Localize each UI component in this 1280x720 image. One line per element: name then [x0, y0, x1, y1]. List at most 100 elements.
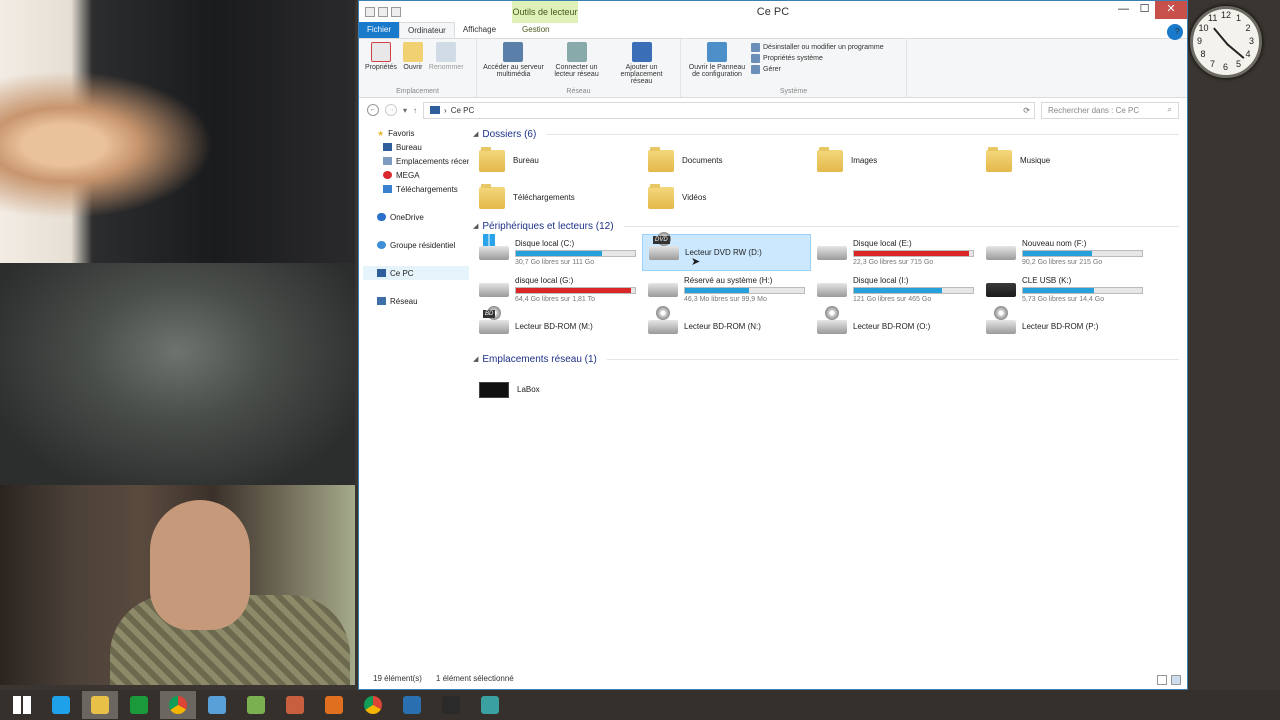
forward-button[interactable]: → — [385, 104, 397, 116]
sidebar-item-recent[interactable]: Emplacements récents — [359, 154, 469, 168]
group-label: Réseau — [566, 88, 591, 95]
group-label: Système — [779, 88, 808, 95]
app-icon — [247, 696, 265, 714]
taskbar-button[interactable] — [121, 691, 157, 719]
drive-icon — [817, 245, 847, 260]
drive-free-space: 64,4 Go libres sur 1,81 To — [515, 296, 596, 303]
section-header-devices[interactable]: ◢ Périphériques et lecteurs (12) — [473, 218, 1179, 234]
drive-free-space: 46,3 Mo libres sur 99,9 Mo — [684, 296, 767, 303]
drive-item[interactable]: Lecteur BD-ROM (P:) — [980, 305, 1149, 345]
app-icon-4 — [481, 696, 499, 714]
drive-item[interactable]: Lecteur DVD RW (D:)➤ — [642, 231, 811, 271]
sidebar-item-mega[interactable]: MEGA — [359, 168, 469, 182]
taskbar-button[interactable] — [316, 691, 352, 719]
taskbar-button[interactable] — [238, 691, 274, 719]
navigation-pane: ★Favoris Bureau Emplacements récents MEG… — [359, 126, 469, 667]
folder-item[interactable]: Images — [811, 142, 980, 179]
sidebar-item-bureau[interactable]: Bureau — [359, 140, 469, 154]
folder-item[interactable]: Bureau — [473, 142, 642, 179]
tab-computer[interactable]: Ordinateur — [399, 22, 455, 38]
rename-icon — [436, 42, 457, 62]
sidebar-item-homegroup[interactable]: Groupe résidentiel — [359, 238, 469, 252]
taskbar-button[interactable] — [4, 691, 40, 719]
clock-number: 11 — [1208, 13, 1218, 24]
up-arrow-icon[interactable]: ↑ — [413, 106, 417, 115]
taskbar-button[interactable] — [277, 691, 313, 719]
folder-item[interactable]: Documents — [642, 142, 811, 179]
item-label: LaBox — [517, 385, 540, 394]
sidebar-item-onedrive[interactable]: OneDrive — [359, 210, 469, 224]
search-input[interactable]: Rechercher dans : Ce PC ⌕ — [1041, 101, 1179, 119]
button-label: Ouvrir le Panneau de configuration — [688, 64, 746, 78]
taskbar-button[interactable] — [355, 691, 391, 719]
sidebar-item-favorites[interactable]: ★ Favoris — [359, 126, 469, 140]
app-icon-3 — [403, 696, 421, 714]
network-item-labox[interactable]: LaBox — [473, 371, 642, 408]
drive-item[interactable]: Lecteur BD-ROM (M:) — [473, 305, 642, 345]
minimize-button[interactable]: — — [1113, 1, 1134, 19]
search-placeholder: Rechercher dans : Ce PC — [1048, 105, 1140, 115]
help-icon[interactable]: ? — [1167, 24, 1183, 40]
folders-grid: Bureau Documents Images Musique Téléchargeme… — [473, 142, 1179, 216]
app-icon-2 — [286, 696, 304, 714]
downloads-icon — [383, 185, 392, 193]
breadcrumb[interactable]: Ce PC — [451, 106, 475, 115]
taskbar-button[interactable] — [160, 691, 196, 719]
sidebar-item-downloads[interactable]: Téléchargements — [359, 182, 469, 196]
folder-item[interactable]: Musique — [980, 142, 1149, 179]
drive-name: Disque local (E:) — [853, 239, 912, 248]
section-header-folders[interactable]: ◢ Dossiers (6) — [473, 126, 1179, 142]
tab-manage[interactable]: Gestion — [514, 22, 558, 38]
drive-item[interactable]: Disque local (I:) 121 Go libres sur 465 G… — [811, 271, 980, 308]
folder-item[interactable]: Vidéos — [642, 179, 811, 216]
drive-item[interactable]: Disque local (E:) 22,3 Go libres sur 715 … — [811, 234, 980, 271]
drive-item[interactable]: Lecteur BD-ROM (N:) — [642, 305, 811, 345]
history-chevron-icon[interactable]: ▾ — [403, 106, 407, 115]
ribbon-tabs: Fichier Ordinateur Affichage Gestion ? — [359, 22, 1187, 40]
sidebar-item-thispc[interactable]: Ce PC — [363, 266, 469, 280]
drive-icon — [986, 305, 1016, 334]
clock-number: 10 — [1198, 23, 1209, 33]
address-bar[interactable]: › Ce PC ⟳ — [423, 101, 1035, 119]
taskbar-button[interactable] — [433, 691, 469, 719]
tab-view[interactable]: Affichage — [455, 22, 504, 38]
drive-item[interactable]: disque local (G:) 64,4 Go libres sur 1,81… — [473, 271, 642, 308]
tab-file[interactable]: Fichier — [359, 22, 400, 38]
drive-icon — [648, 282, 678, 297]
drive-item[interactable]: Disque local (C:) 30,7 Go libres sur 111 … — [473, 233, 642, 271]
maximize-button[interactable]: ☐ — [1134, 1, 1155, 19]
details-view-icon[interactable] — [1157, 675, 1167, 685]
usage-bar — [515, 287, 636, 294]
folder-item[interactable]: Téléchargements — [473, 179, 642, 216]
drive-item[interactable]: Réservé au système (H:) 46,3 Mo libres su… — [642, 271, 811, 308]
title-bar: Outils de lecteur Ce PC — ☐ ✕ — [359, 1, 1187, 23]
close-button[interactable]: ✕ — [1155, 1, 1187, 19]
taskbar-button[interactable] — [43, 691, 79, 719]
drive-item[interactable]: CLE USB (K:) 5,73 Go libres sur 14,4 Go — [980, 271, 1149, 308]
sidebar-item-network[interactable]: Réseau — [359, 294, 469, 308]
taskbar-button[interactable] — [199, 691, 235, 719]
large-icons-view-icon[interactable] — [1171, 675, 1181, 685]
system-properties-button[interactable]: Propriétés système — [751, 54, 884, 63]
drive-name: Disque local (I:) — [853, 276, 909, 285]
drive-item[interactable]: Lecteur BD-ROM (O:) — [811, 305, 980, 345]
taskbar-button[interactable] — [394, 691, 430, 719]
drive-icon — [649, 231, 679, 260]
manage-button[interactable]: Gérer — [751, 65, 884, 74]
drive-icon — [817, 282, 847, 297]
taskbar — [0, 690, 1280, 720]
refresh-icon[interactable]: ⟳ — [1023, 106, 1034, 115]
drive-name: Lecteur BD-ROM (O:) — [853, 322, 931, 331]
drive-item[interactable]: Nouveau nom (F:) 90,2 Go libres sur 215 G… — [980, 234, 1149, 271]
taskbar-button[interactable] — [82, 691, 118, 719]
back-button[interactable]: ← — [367, 104, 379, 116]
clock-number: 9 — [1197, 36, 1203, 46]
uninstall-program-button[interactable]: Désinstaller ou modifier un programme — [751, 43, 884, 52]
button-label: Ouvrir — [403, 64, 423, 71]
drive-icon — [479, 305, 509, 334]
item-label: Bureau — [513, 156, 539, 165]
taskbar-button[interactable] — [472, 691, 508, 719]
button-label: Ajouter un emplacement réseau — [620, 64, 663, 85]
section-header-network[interactable]: ◢ Emplacements réseau (1) — [473, 351, 1179, 367]
webcam-feed-person — [0, 485, 355, 685]
